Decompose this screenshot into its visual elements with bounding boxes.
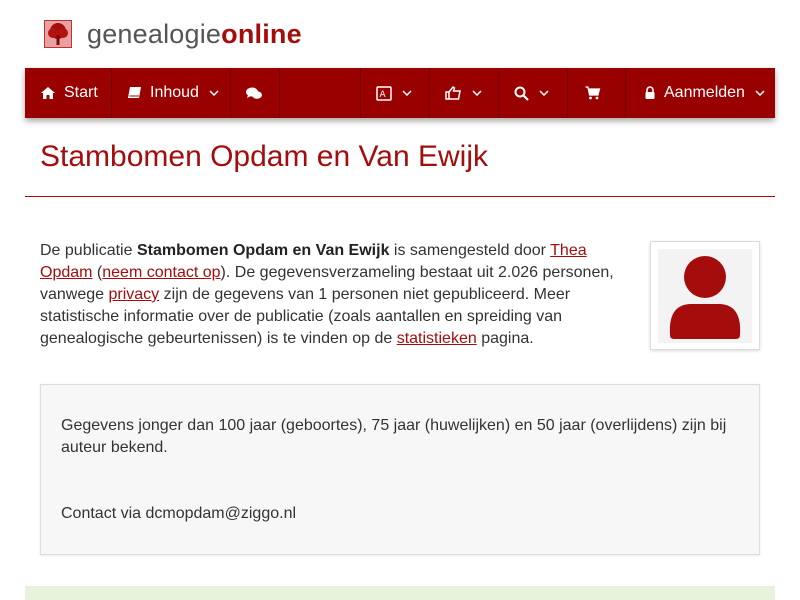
home-icon [40,86,56,100]
lock-icon [644,86,656,100]
nav-aanmelden-label: Aanmelden [664,84,745,101]
nav-search[interactable] [499,68,568,118]
nav-language[interactable]: A [361,68,430,118]
nav-inhoud-label: Inhoud [150,84,199,101]
chevron-down-icon [402,90,412,96]
nav-shop[interactable] [568,68,626,118]
intro-text: ( [92,264,103,281]
tree-icon [44,20,72,48]
title-divider [25,196,775,197]
brand-text-online: online [221,18,302,49]
language-icon: A [376,85,392,101]
site-name: genealogieonline [87,19,302,50]
privacy-link[interactable]: privacy [109,286,160,303]
thumbs-up-icon [445,86,462,100]
book-icon [127,86,142,100]
shopping-cart-icon [585,86,601,100]
notice-box: Gegevens jonger dan 100 jaar (geboortes)… [40,384,760,555]
intro-text: pagina. [476,330,534,347]
user-icon [658,249,752,343]
contact-link[interactable]: neem contact op [102,264,220,281]
main-navbar: Start Inhoud A Aanmelden [25,68,775,118]
notice-text: Gegevens jonger dan 100 jaar (geboortes)… [61,417,727,456]
contact-text: Contact via dcmopdam@ziggo.nl [61,505,297,522]
intro-text: De publicatie [40,242,137,259]
comments-icon [246,87,262,100]
chevron-down-icon [472,90,482,96]
nav-start[interactable]: Start [25,68,112,118]
intro-text: is samengesteld door [389,242,551,259]
nav-inhoud[interactable]: Inhoud [112,68,231,118]
navbar-spacer [280,68,361,118]
svg-text:A: A [380,90,387,100]
brand-text-genealogie: genealogie [87,18,222,49]
search-icon [514,86,529,101]
next-section-bar [25,586,775,600]
nav-start-label: Start [64,84,98,101]
chevron-down-icon [209,90,219,96]
chevron-down-icon [539,90,549,96]
nav-like[interactable] [430,68,499,118]
page-title: Stambomen Opdam en Van Ewijk [40,140,488,173]
author-avatar[interactable] [650,241,760,350]
chevron-down-icon [755,90,765,96]
publication-name: Stambomen Opdam en Van Ewijk [136,242,390,259]
nav-forum[interactable] [231,68,280,118]
publication-intro: De publicatie Stambomen Opdam en Van Ewi… [40,240,625,350]
nav-aanmelden[interactable]: Aanmelden [626,68,775,118]
statistics-link[interactable]: statistieken [397,330,477,347]
site-logo[interactable]: genealogieonline [44,17,302,51]
